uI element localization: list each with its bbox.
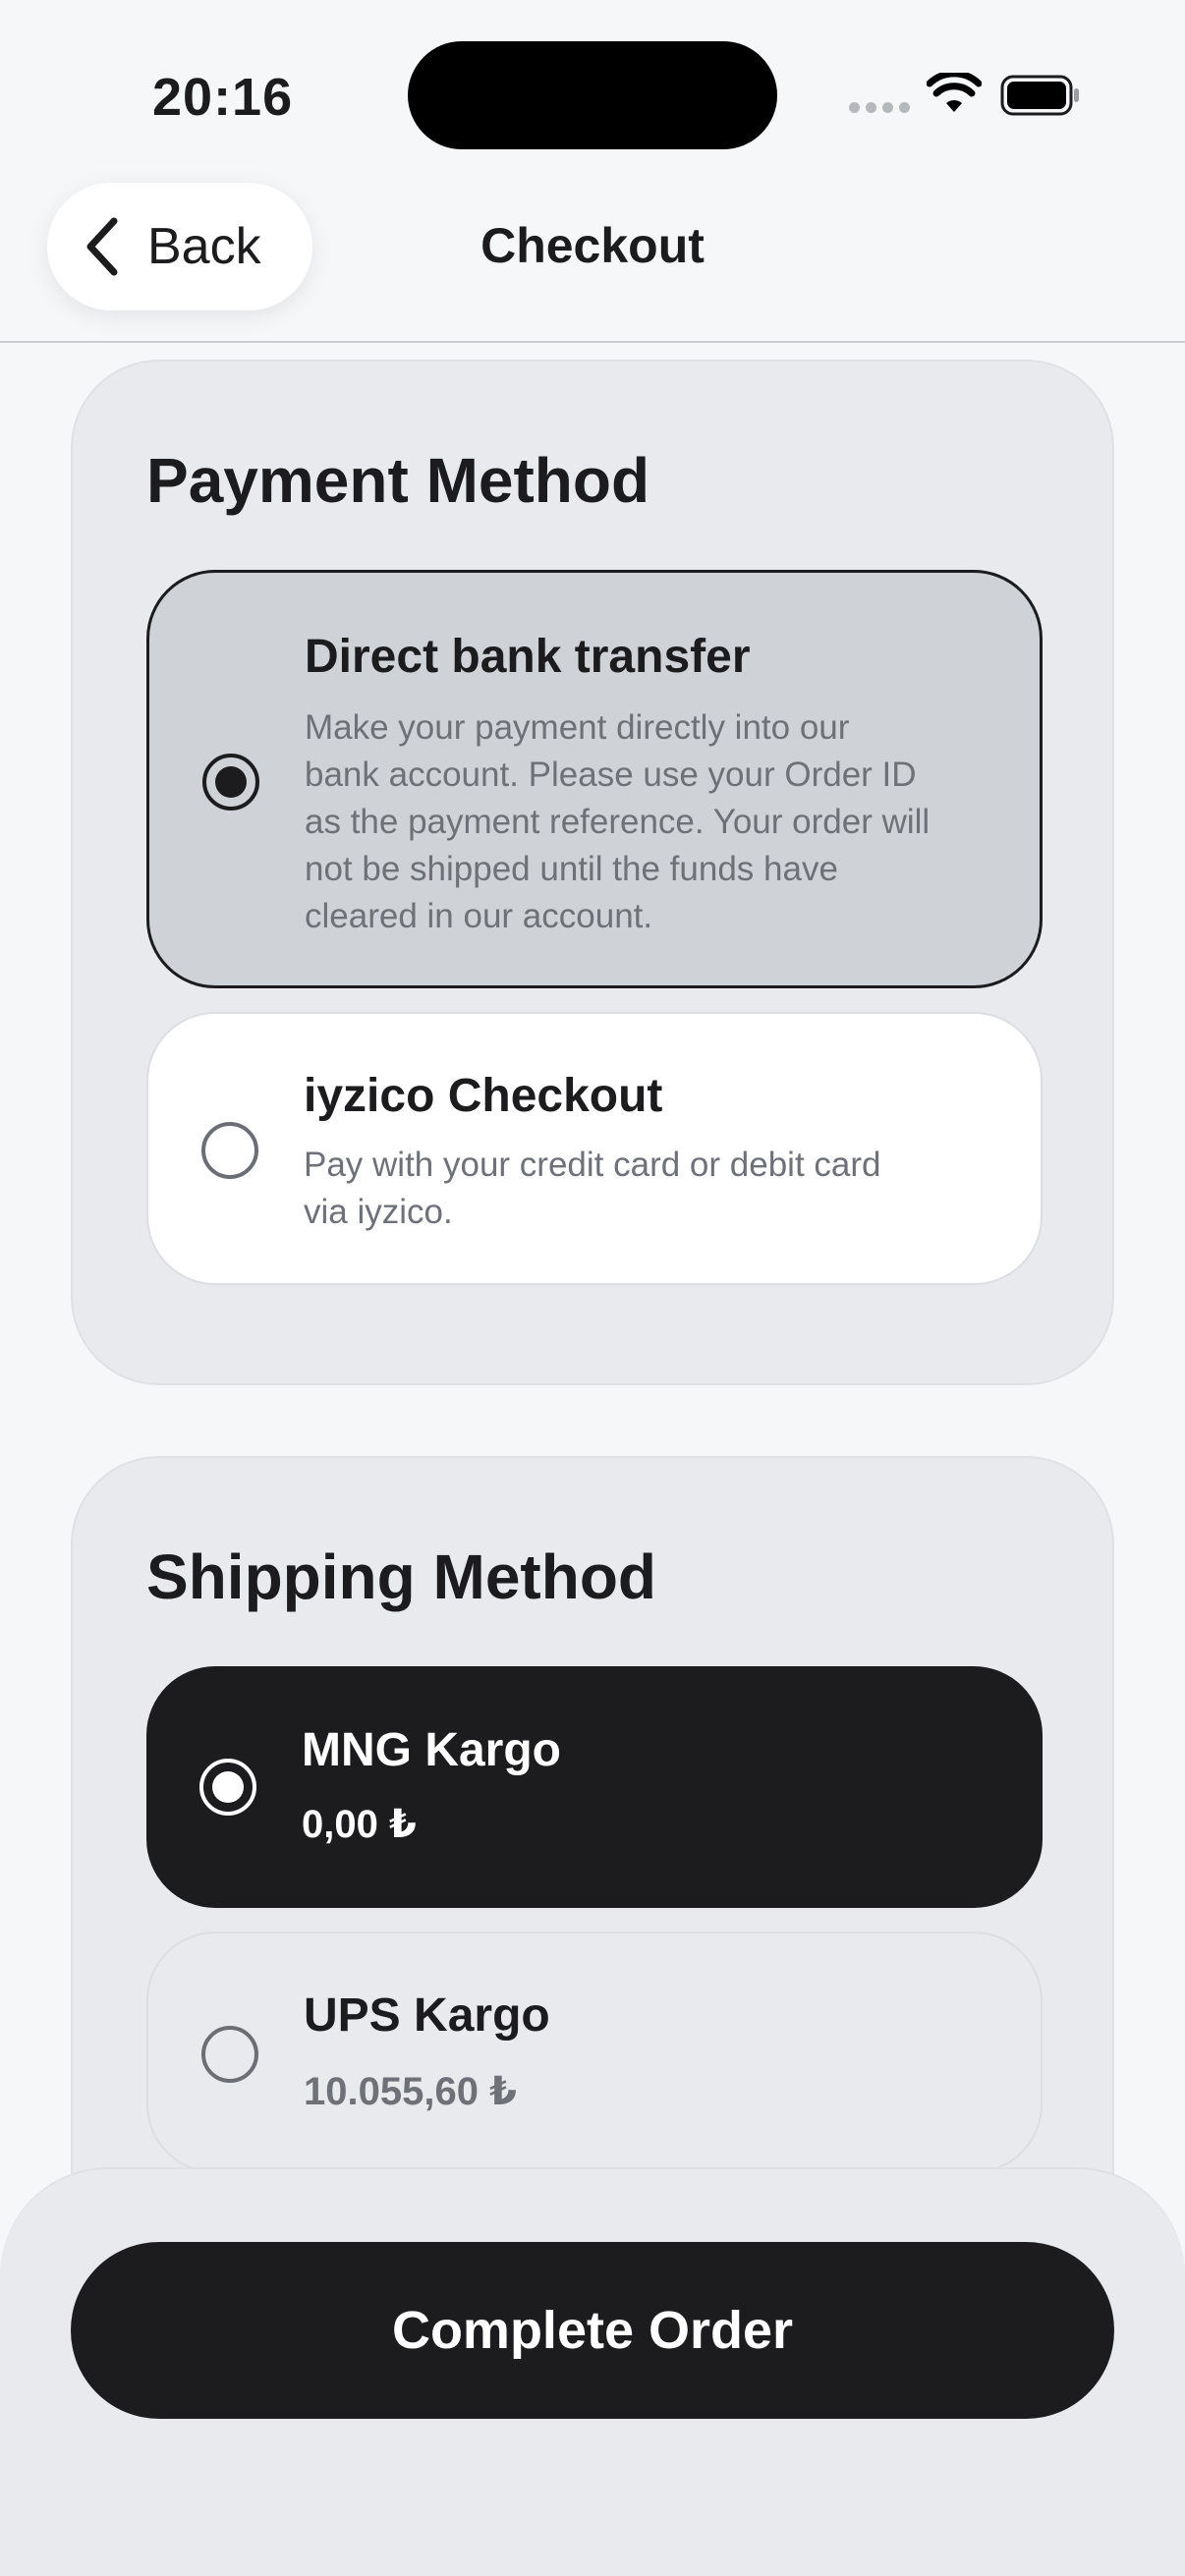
navigation-bar: Back Checkout <box>0 172 1185 343</box>
bottom-action-bar: Complete Order <box>0 2167 1185 2576</box>
radio-unselected-icon[interactable] <box>201 2026 258 2083</box>
payment-option-description: Pay with your credit card or debit card … <box>304 1146 881 1231</box>
shipping-option-price: 10.055,60 ₺ <box>304 2070 517 2113</box>
wifi-icon <box>927 73 982 112</box>
payment-option-title: Direct bank transfer <box>305 631 751 683</box>
complete-order-button[interactable]: Complete Order <box>71 2242 1114 2419</box>
status-time: 20:16 <box>152 68 294 127</box>
payment-method-heading: Payment Method <box>146 445 650 516</box>
shipping-method-heading: Shipping Method <box>146 1541 656 1612</box>
dynamic-island <box>408 41 777 149</box>
payment-option-iyzico[interactable]: iyzico Checkout Pay with your credit car… <box>146 1012 1043 1285</box>
status-bar: 20:16 <box>0 0 1185 187</box>
shipping-option-title: UPS Kargo <box>304 1989 550 2042</box>
radio-selected-icon[interactable] <box>199 1759 256 1816</box>
shipping-option-title: MNG Kargo <box>302 1724 561 1776</box>
payment-option-bank-transfer[interactable]: Direct bank transfer Make your payment d… <box>146 570 1043 988</box>
payment-option-title: iyzico Checkout <box>304 1070 663 1122</box>
payment-method-card: Payment Method Direct bank transfer Make… <box>71 360 1114 1385</box>
checkout-screen: 20:16 Back Checkout Payment Method Direc… <box>0 0 1185 2576</box>
page-title: Checkout <box>480 218 705 273</box>
shipping-option-price: 0,00 ₺ <box>302 1803 417 1846</box>
payment-option-description: Make your payment directly into our bank… <box>305 708 931 935</box>
radio-unselected-icon[interactable] <box>201 1122 258 1179</box>
shipping-option-mng[interactable]: MNG Kargo 0,00 ₺ <box>146 1666 1043 1908</box>
radio-selected-icon[interactable] <box>202 754 259 811</box>
battery-icon <box>1000 75 1079 116</box>
shipping-option-ups[interactable]: UPS Kargo 10.055,60 ₺ <box>146 1932 1043 2173</box>
cellular-signal-icon <box>849 102 910 113</box>
